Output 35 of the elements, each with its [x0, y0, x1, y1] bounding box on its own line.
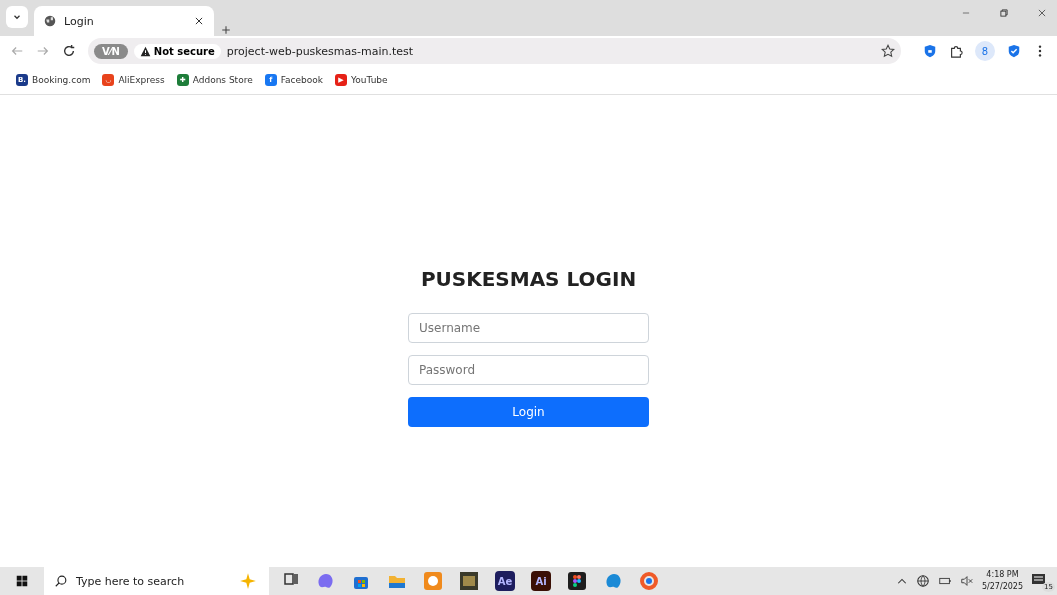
password-field[interactable]: Password — [408, 355, 649, 385]
muted-speaker-icon — [959, 574, 974, 588]
search-icon — [54, 574, 68, 588]
shield-lock-icon — [923, 44, 937, 58]
app-icon[interactable]: Ae — [495, 571, 515, 591]
app-icon[interactable] — [423, 571, 443, 591]
reload-icon — [62, 44, 76, 58]
profile-button[interactable]: 8 — [975, 41, 995, 61]
url-text: project-web-puskesmas-main.test — [226, 44, 415, 58]
username-field[interactable]: Username — [408, 313, 649, 343]
login-button[interactable]: Login — [408, 397, 649, 427]
tab-list-button[interactable] — [6, 6, 28, 28]
clock[interactable]: 4:18 PM 5/27/2025 — [981, 569, 1023, 593]
taskbar-search-field[interactable]: Type here to search — [44, 567, 269, 595]
task-view-icon[interactable] — [283, 571, 299, 587]
browser-icon[interactable] — [639, 571, 659, 591]
windows-icon — [15, 574, 29, 588]
plus-icon — [220, 24, 232, 36]
shield-check-icon — [1007, 44, 1021, 58]
puzzle-icon — [949, 44, 963, 58]
close-icon — [1037, 8, 1047, 18]
close-icon — [194, 16, 204, 26]
figma-icon[interactable] — [567, 571, 587, 591]
address-bar[interactable]: V⁄N Not secure project-web-puskesmas-main.test — [88, 38, 901, 64]
app-icon[interactable]: Ai — [531, 571, 551, 591]
login-title: PUSKESMAS LOGIN — [420, 267, 637, 291]
star-icon — [881, 44, 895, 58]
forward-icon — [36, 44, 50, 58]
globe-icon — [44, 15, 56, 27]
globe-icon — [915, 574, 930, 588]
warning-icon — [139, 45, 151, 57]
security-chip[interactable]: Not secure — [133, 43, 221, 59]
back-icon — [10, 44, 24, 58]
browser-tab[interactable]: Login — [34, 6, 214, 36]
restore-icon — [999, 8, 1009, 18]
